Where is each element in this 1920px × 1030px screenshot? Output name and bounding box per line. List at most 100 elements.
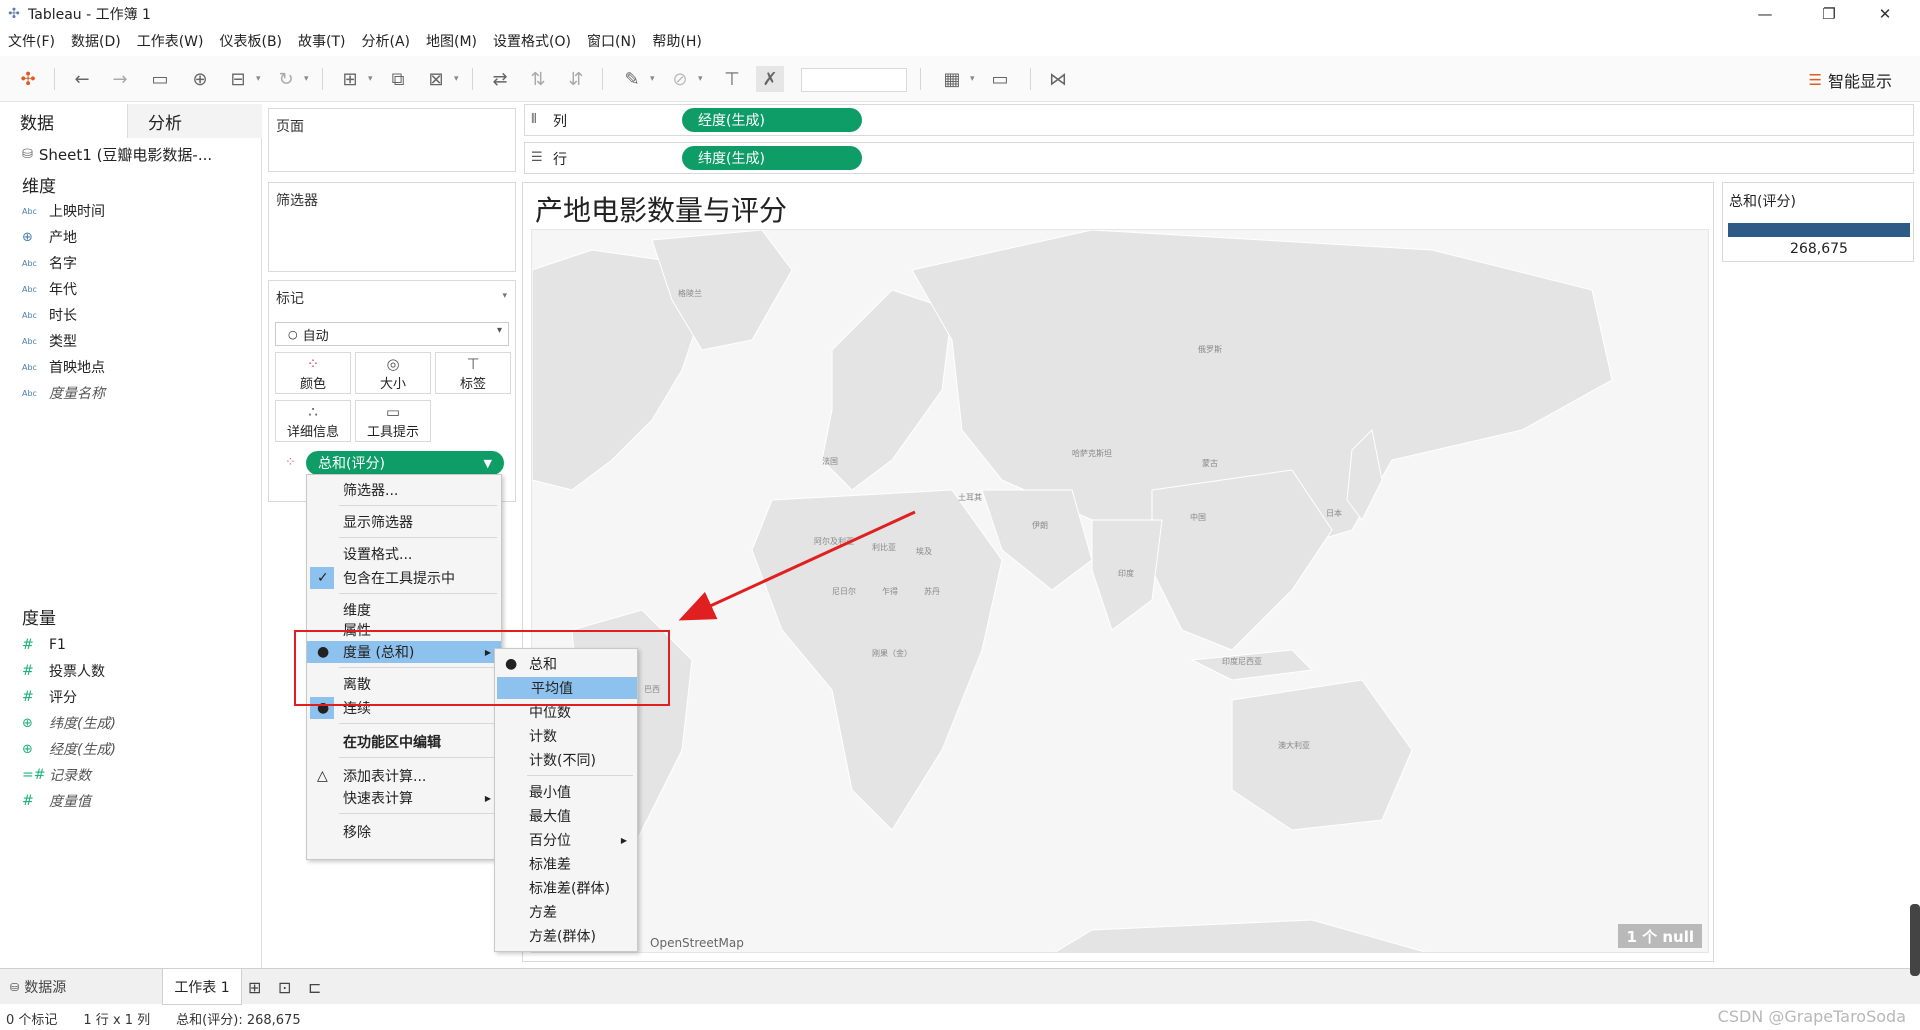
filters-card[interactable]: 筛选器 — [268, 182, 516, 272]
menu-quick-table-calc[interactable]: 快速表计算 ▶ — [307, 787, 501, 809]
null-indicator[interactable]: 1 个 null — [1618, 924, 1702, 948]
clear-sheet-icon[interactable]: ⊠ — [422, 66, 450, 92]
menu-remove[interactable]: 移除 — [307, 821, 501, 843]
menu-include-in-tooltip[interactable]: ✓ 包含在工具提示中 — [307, 567, 501, 589]
dimension-field[interactable]: Abc 首映地点 — [22, 356, 105, 378]
maximize-button[interactable]: ❐ — [1806, 0, 1852, 28]
agg-count-distinct[interactable]: 计数(不同) — [495, 749, 637, 771]
size-button[interactable]: ◎ 大小 — [355, 352, 431, 394]
measure-field[interactable]: # F1 — [22, 634, 66, 656]
minimize-button[interactable]: — — [1742, 0, 1788, 28]
label-button[interactable]: ⊤ 标签 — [435, 352, 511, 394]
datasource-item[interactable]: ⛁ Sheet1 (豆瓣电影数据-... — [0, 140, 262, 168]
dimension-field[interactable]: Abc 时长 — [22, 304, 77, 326]
redo-icon[interactable]: → — [106, 66, 134, 92]
agg-stdev[interactable]: 标准差 — [495, 853, 637, 875]
undo-icon[interactable]: ← — [68, 66, 96, 92]
menu-filter[interactable]: 筛选器... — [307, 479, 501, 501]
sort-desc-icon[interactable]: ⇵ — [562, 66, 590, 92]
new-worksheet-icon[interactable]: ⊞ — [336, 66, 364, 92]
menu-format[interactable]: 设置格式... — [307, 543, 501, 565]
rows-pill-latitude[interactable]: 纬度(生成) — [682, 146, 862, 170]
measure-field[interactable]: # 投票人数 — [22, 660, 105, 682]
map-attribution[interactable]: OpenStreetMap — [650, 936, 744, 950]
show-labels-icon[interactable]: ⊤ — [718, 66, 746, 92]
dimension-field[interactable]: Abc 年代 — [22, 278, 77, 300]
duplicate-icon[interactable]: ⧉ — [384, 66, 412, 92]
menu-analysis[interactable]: 分析(A) — [354, 31, 419, 51]
refresh-icon[interactable]: ↻ — [272, 66, 300, 92]
menu-help[interactable]: 帮助(H) — [644, 31, 709, 51]
menu-window[interactable]: 窗口(N) — [579, 31, 644, 51]
menu-format[interactable]: 设置格式(O) — [485, 31, 579, 51]
agg-stdevp[interactable]: 标准差(群体) — [495, 877, 637, 899]
measure-field[interactable]: # 度量值 — [22, 790, 91, 812]
dimension-field[interactable]: Abc 类型 — [22, 330, 77, 352]
menu-add-table-calc[interactable]: △ 添加表计算... — [307, 765, 501, 787]
dimension-field[interactable]: Abc 名字 — [22, 252, 77, 274]
color-button[interactable]: ⁘ 颜色 — [275, 352, 351, 394]
menu-show-filter[interactable]: 显示筛选器 — [307, 511, 501, 533]
mark-type-dropdown[interactable]: ○ 自动 ▾ — [275, 322, 509, 346]
new-story-tab-icon[interactable]: ⊏ — [308, 969, 321, 1005]
agg-percentile[interactable]: 百分位 ▶ — [495, 829, 637, 851]
agg-count[interactable]: 计数 — [495, 725, 637, 747]
fix-axes-icon[interactable]: ✗ — [756, 66, 784, 92]
agg-variance[interactable]: 方差 — [495, 901, 637, 923]
measure-field-label: 度量值 — [49, 794, 91, 810]
menu-dimension[interactable]: 维度 — [307, 599, 501, 621]
agg-max[interactable]: 最大值 — [495, 805, 637, 827]
show-cards-icon[interactable]: ▦ — [938, 66, 966, 92]
menu-edit-in-shelf[interactable]: 在功能区中编辑 — [307, 731, 501, 753]
menu-file[interactable]: 文件(F) — [0, 31, 63, 51]
group-icon[interactable]: ⊘ — [666, 66, 694, 92]
tab-data[interactable]: 数据 — [0, 104, 128, 138]
dimension-field[interactable]: Abc 上映时间 — [22, 200, 105, 222]
color-legend[interactable]: 总和(评分) 268,675 — [1722, 182, 1914, 262]
menu-worksheet[interactable]: 工作表(W) — [129, 31, 212, 51]
marks-pill-sum-rating[interactable]: 总和(评分) ▼ — [306, 451, 504, 475]
pause-updates-icon[interactable]: ⊟ — [224, 66, 252, 92]
datasource-tab[interactable]: ⛁ 数据源 — [10, 969, 66, 1005]
agg-variancep[interactable]: 方差(群体) — [495, 925, 637, 947]
presentation-icon[interactable]: ▭ — [986, 66, 1014, 92]
tableau-home-icon[interactable]: ✣ — [14, 66, 42, 92]
sheet-tab-1[interactable]: 工作表 1 — [162, 969, 242, 1005]
new-dashboard-tab-icon[interactable]: ⊡ — [278, 969, 291, 1005]
dimension-field[interactable]: ⊕ 产地 — [22, 226, 77, 248]
map-label-china: 中国 — [1190, 513, 1206, 522]
menu-data[interactable]: 数据(D) — [63, 31, 129, 51]
datasource-label: Sheet1 (豆瓣电影数据-... — [38, 145, 213, 164]
highlight-icon[interactable]: ✎ — [618, 66, 646, 92]
tab-analysis[interactable]: 分析 — [128, 104, 262, 138]
measure-field[interactable]: # 评分 — [22, 686, 77, 708]
sort-asc-icon[interactable]: ⇅ — [524, 66, 552, 92]
world-map[interactable]: 格陵兰 俄罗斯 哈萨克斯坦 蒙古 中国 日本 伊朗 印度 阿尔及利亚 利比亚 埃… — [531, 229, 1709, 953]
status-dims: 1 行 x 1 列 — [83, 1012, 151, 1028]
save-icon[interactable]: ▭ — [146, 66, 174, 92]
share-icon[interactable]: ⋈ — [1044, 66, 1072, 92]
scroll-handle[interactable] — [1910, 904, 1920, 976]
measure-field[interactable]: ⊕ 纬度(生成) — [22, 712, 116, 734]
rows-label: 行 — [553, 152, 567, 168]
measure-field[interactable]: ⊕ 经度(生成) — [22, 738, 116, 760]
swap-icon[interactable]: ⇄ — [486, 66, 514, 92]
detail-button[interactable]: ∴ 详细信息 — [275, 400, 351, 442]
new-worksheet-tab-icon[interactable]: ⊞ — [248, 969, 261, 1005]
new-datasource-icon[interactable]: ⊕ — [186, 66, 214, 92]
measure-field[interactable]: =# 记录数 — [22, 764, 91, 786]
close-button[interactable]: ✕ — [1862, 0, 1908, 28]
marks-chevron-icon[interactable]: ▾ — [502, 291, 507, 301]
size-circles-icon: ◎ — [386, 354, 400, 373]
columns-pill-longitude[interactable]: 经度(生成) — [682, 108, 862, 132]
menu-map[interactable]: 地图(M) — [418, 31, 485, 51]
agg-min[interactable]: 最小值 — [495, 781, 637, 803]
fit-dropdown[interactable] — [801, 68, 907, 92]
menu-dashboard[interactable]: 仪表板(B) — [211, 31, 290, 51]
show-me-button[interactable]: ☰ 智能显示 — [1809, 68, 1892, 92]
pill-dropdown-icon[interactable]: ▼ — [484, 457, 492, 470]
tooltip-button[interactable]: ▭ 工具提示 — [355, 400, 431, 442]
pages-card[interactable]: 页面 — [268, 108, 516, 172]
menu-story[interactable]: 故事(T) — [290, 31, 353, 51]
dimension-field[interactable]: Abc 度量名称 — [22, 382, 105, 404]
